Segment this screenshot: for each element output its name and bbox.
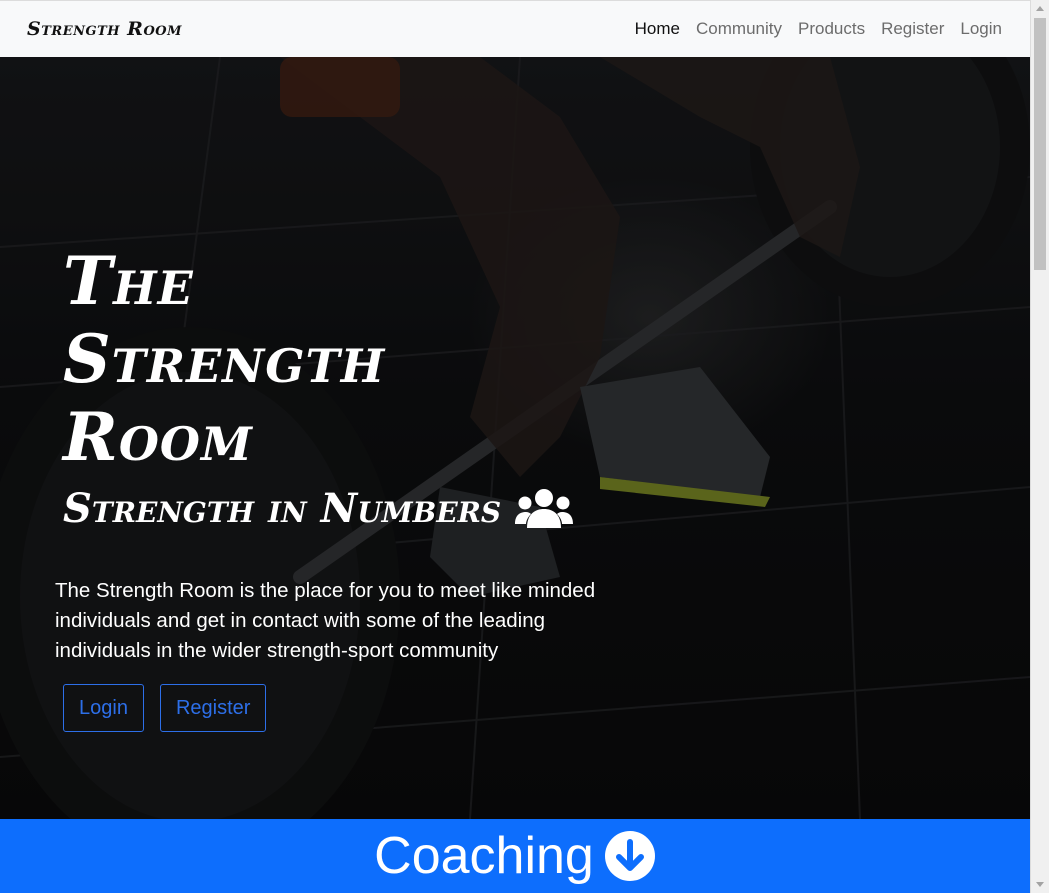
login-button[interactable]: Login [63,684,144,732]
vertical-scrollbar[interactable] [1030,0,1049,893]
hero-subtitle: Strength in Numbers [63,484,655,534]
navbar: Strength Room Home Community Products Re… [0,0,1030,57]
coaching-section-header[interactable]: Coaching [0,819,1030,893]
nav-link-home[interactable]: Home [627,19,688,39]
scroll-down-arrow-icon[interactable] [1031,876,1049,893]
nav-link-products[interactable]: Products [790,19,873,39]
hero-subtitle-text: Strength in Numbers [63,485,502,532]
brand-logo[interactable]: Strength Room [27,18,182,40]
users-icon [515,489,574,528]
browser-viewport: Strength Room Home Community Products Re… [0,0,1030,893]
nav-link-community[interactable]: Community [688,19,790,39]
hero-buttons: Login Register [63,684,655,732]
nav-link-login[interactable]: Login [952,19,1010,39]
hero-section: The Strength Room Strength in Numbers Th… [0,57,1030,819]
register-button[interactable]: Register [159,684,267,732]
hero-content: The Strength Room Strength in Numbers Th… [55,242,655,732]
coaching-label: Coaching [374,827,594,885]
scrollbar-thumb[interactable] [1034,18,1046,270]
nav-links: Home Community Products Register Login [627,19,1010,39]
hero-title: The Strength Room [63,242,386,476]
nav-link-register[interactable]: Register [873,19,952,39]
scroll-up-arrow-icon[interactable] [1031,0,1049,17]
arrow-down-circle-icon[interactable] [604,830,656,882]
hero-description: The Strength Room is the place for you t… [55,579,596,662]
